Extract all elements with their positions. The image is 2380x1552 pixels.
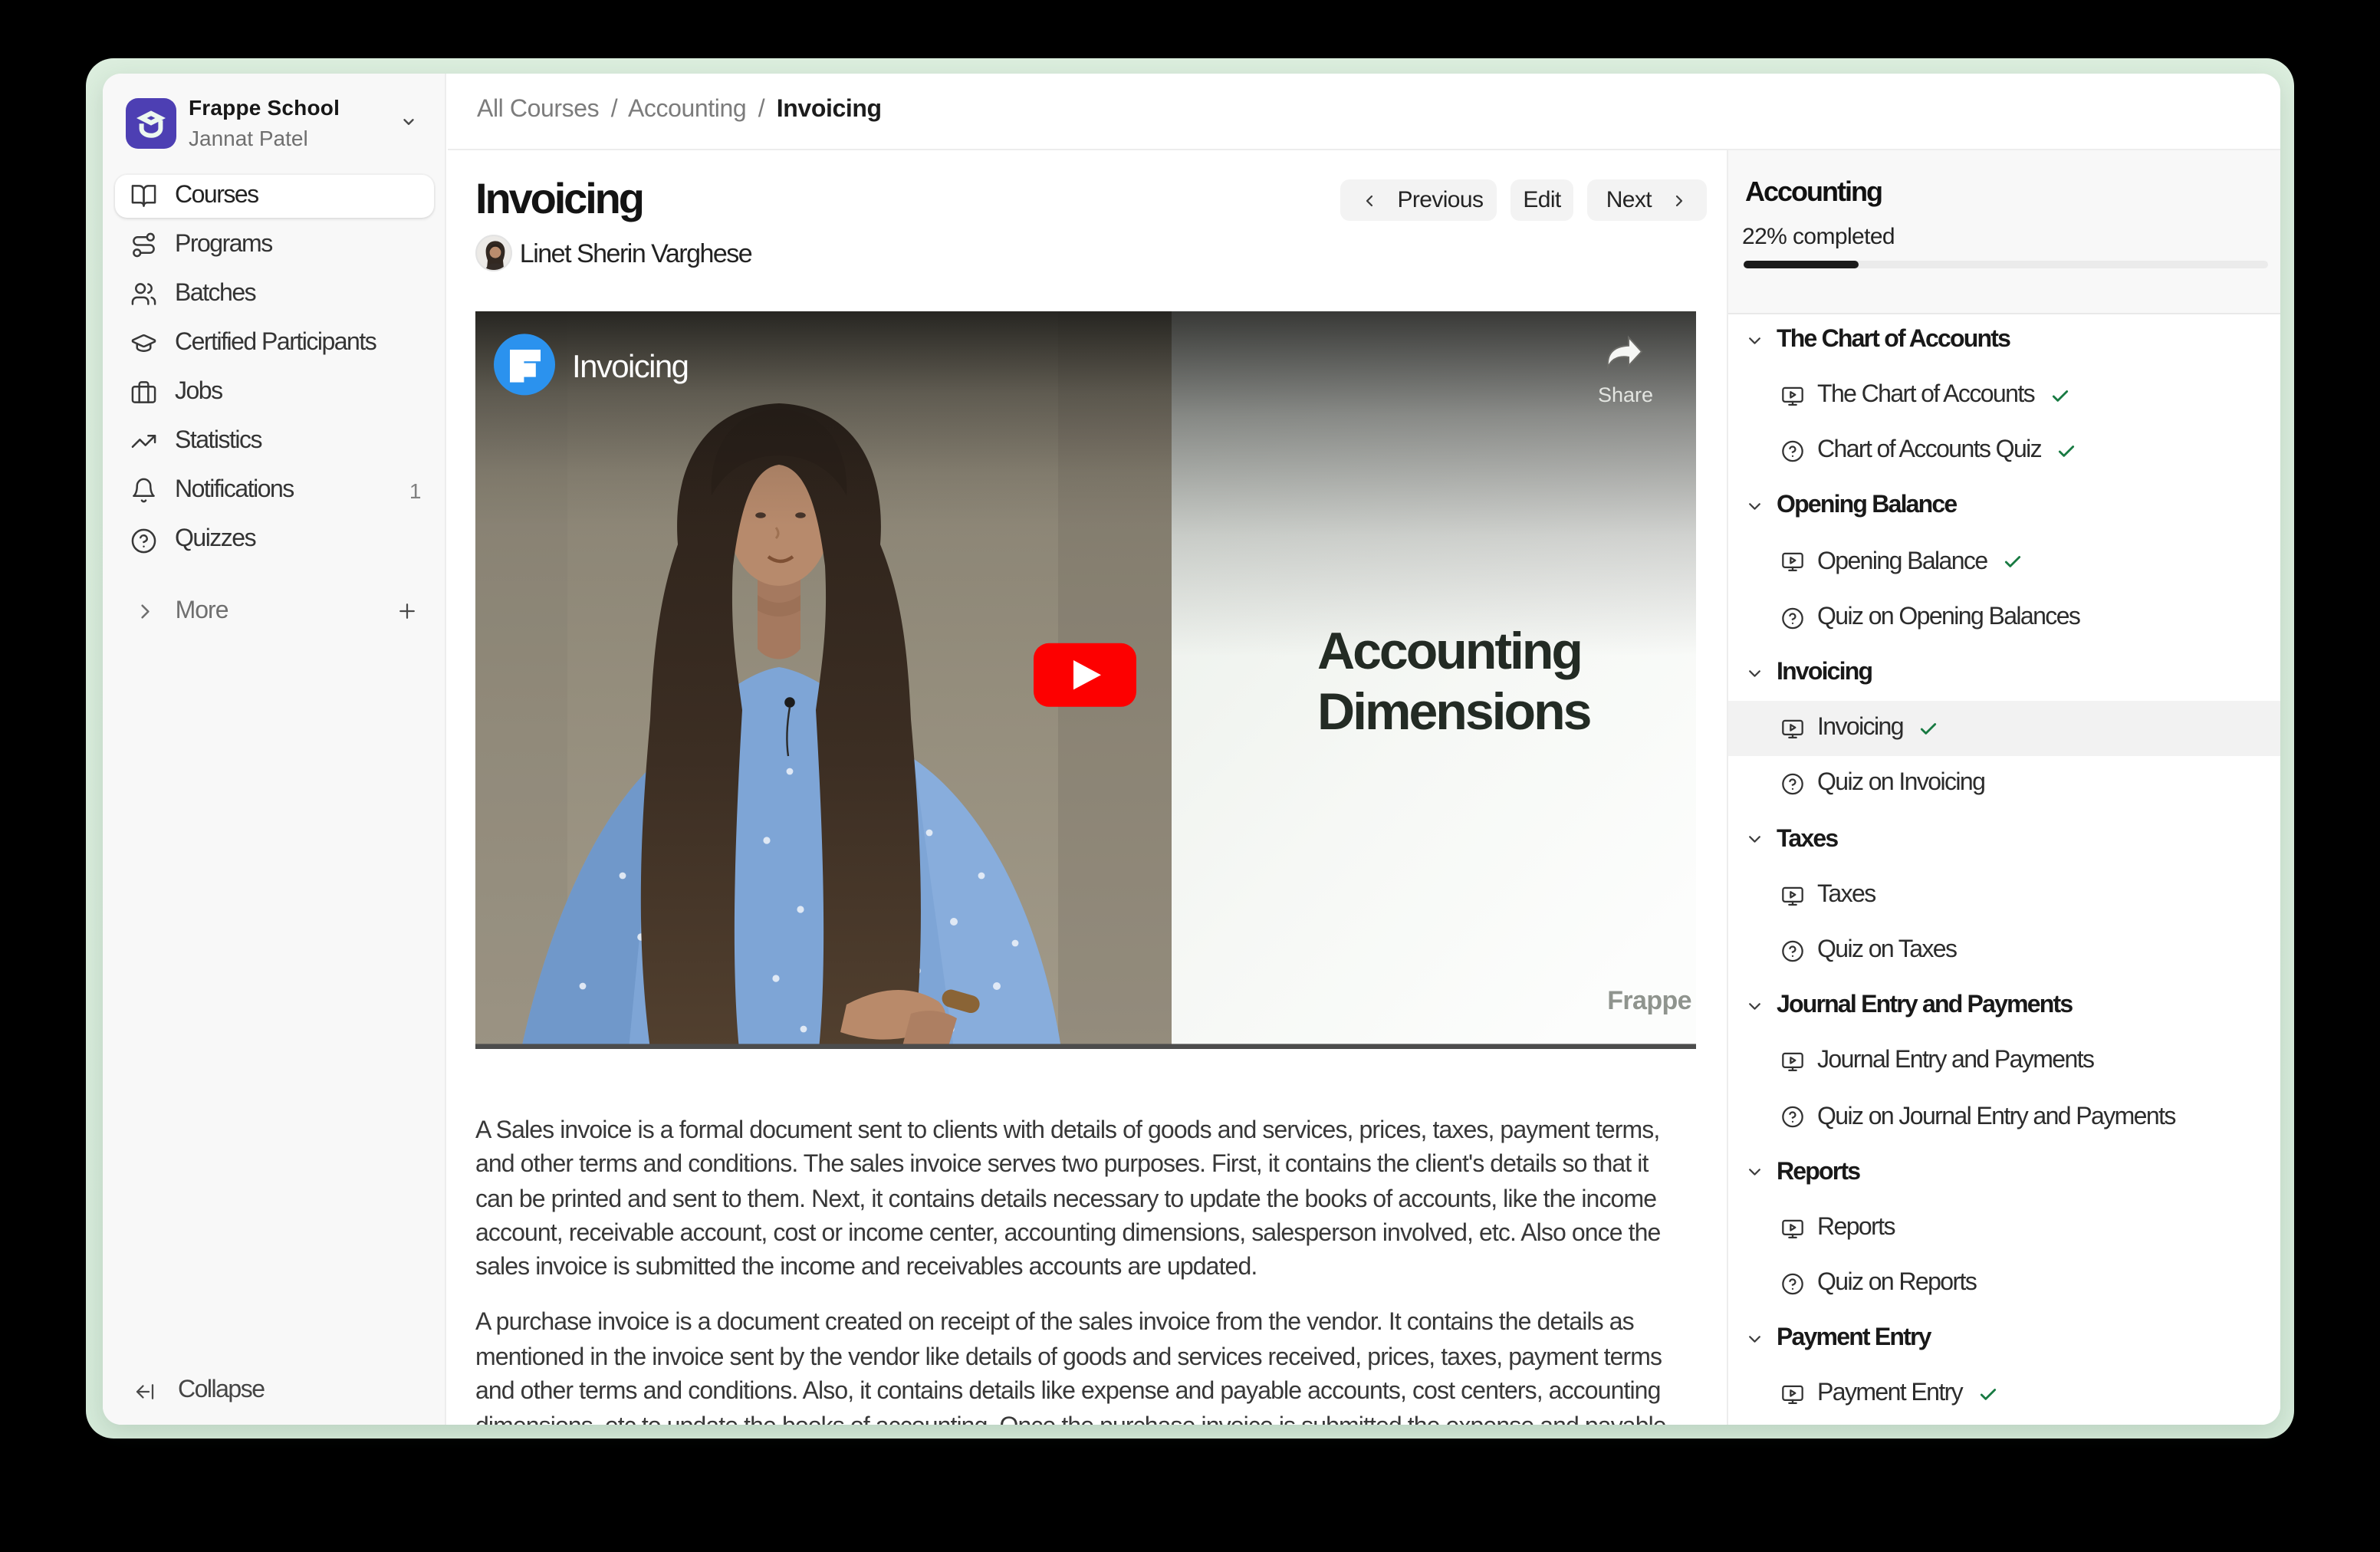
svg-text:Share: Share: [1598, 383, 1653, 406]
svg-text:Frappe: Frappe: [1607, 985, 1691, 1014]
svg-text:Dimensions: Dimensions: [1317, 682, 1591, 740]
svg-text:Invoicing: Invoicing: [572, 347, 688, 383]
